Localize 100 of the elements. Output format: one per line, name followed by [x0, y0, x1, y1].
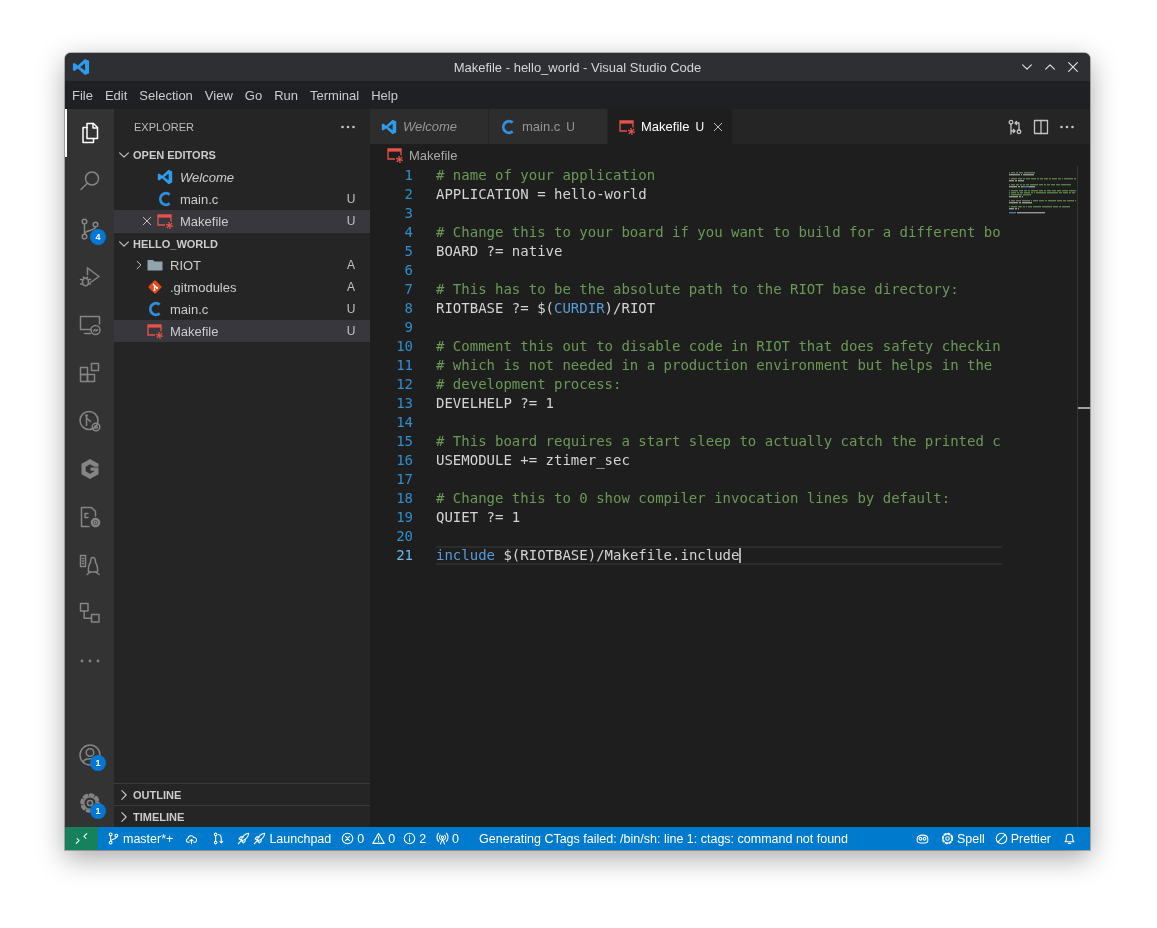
git-status: U	[346, 324, 356, 338]
code-line: # development process:	[436, 375, 622, 394]
branch-arrow-icon[interactable]	[212, 832, 226, 845]
folder-icon	[147, 257, 163, 273]
notification-badge: 1	[90, 755, 106, 771]
menu-item[interactable]: Help	[365, 83, 404, 107]
line-number: 1	[403, 166, 413, 185]
menu-item[interactable]: Selection	[133, 83, 199, 107]
line-number: 11	[395, 356, 413, 375]
connected-boxes-icon[interactable]	[77, 601, 102, 625]
sidebar-title: EXPLORER	[134, 120, 194, 133]
line-number: 13	[395, 394, 413, 413]
section-header[interactable]: OPEN EDITORS	[114, 144, 370, 166]
breadcrumb-item[interactable]: Makefile	[387, 147, 458, 163]
prettier-status-item[interactable]: Prettier	[989, 827, 1056, 850]
remote-button[interactable]	[65, 827, 98, 850]
branch-status-item[interactable]: master*+	[102, 827, 179, 850]
warning-icon	[372, 832, 386, 845]
extensions-icon[interactable]	[77, 361, 102, 385]
close-icon[interactable]	[712, 120, 725, 133]
code-line: # This board requires a start sleep to actually catch the printed c	[436, 432, 1001, 451]
app-logo-icon	[381, 118, 397, 135]
broadcast-icon	[436, 832, 450, 845]
file-tree-item[interactable]: RIOT A	[114, 254, 370, 276]
line-number: 5	[403, 242, 413, 261]
open-editor-item[interactable]: main.c U	[114, 188, 370, 210]
close-icon[interactable]	[141, 215, 153, 227]
line-number: 17	[395, 470, 413, 489]
line-number: 21	[395, 546, 413, 565]
editor-tab[interactable]: Makefile U	[608, 109, 734, 144]
git-status: A	[346, 258, 356, 272]
compare-changes-icon[interactable]	[1007, 118, 1023, 135]
git-status: U	[566, 119, 575, 134]
file-tree-item[interactable]: Makefile U	[114, 320, 370, 342]
branch-icon	[107, 832, 120, 845]
code-line: DEVELHELP ?= 1	[436, 394, 554, 413]
open-editor-item[interactable]: Welcome	[114, 166, 370, 188]
window-gear-icon	[619, 118, 635, 135]
settings-icon[interactable]	[77, 791, 102, 815]
penguin-icon[interactable]	[77, 553, 102, 577]
line-number: 2	[403, 185, 413, 204]
launchpad-status-item[interactable]: Launchpad	[232, 827, 337, 850]
cloud-upload-icon[interactable]	[185, 832, 199, 845]
editor-tab[interactable]: Welcome	[370, 109, 489, 144]
line-number: 3	[403, 204, 413, 223]
bell-icon[interactable]	[1063, 832, 1076, 845]
section-header[interactable]: HELLO_WORLD	[114, 232, 370, 254]
line-number: 20	[395, 527, 413, 546]
code-line: # This has to be the absolute path to the RIOT base directory:	[436, 280, 959, 299]
code-line: # Change this to 0 show compiler invocation lines by default:	[436, 489, 951, 508]
code-line: APPLICATION = hello-world	[436, 185, 647, 204]
ports-status-item[interactable]: 0	[431, 827, 465, 850]
line-number: 16	[395, 451, 413, 470]
git-status: U	[695, 119, 705, 134]
text-cursor	[739, 548, 742, 563]
circle-branch-icon[interactable]	[77, 409, 102, 433]
overview-ruler-marker	[1078, 407, 1090, 409]
menu-item[interactable]: Edit	[98, 83, 134, 107]
gear-badge-icon	[940, 832, 954, 845]
minimap-drawing[interactable]	[1009, 172, 1076, 214]
close-icon[interactable]	[1066, 60, 1080, 74]
file-tree-item[interactable]: main.c U	[114, 298, 370, 320]
menu-item[interactable]: File	[66, 83, 99, 107]
search-icon[interactable]	[77, 169, 102, 193]
menu-item[interactable]: Terminal	[304, 83, 366, 107]
line-number: 15	[395, 432, 413, 451]
line-number: 10	[395, 337, 413, 356]
prohibited-icon	[994, 832, 1008, 845]
spell-status-item[interactable]: Spell	[935, 827, 990, 850]
code-line: include $(RIOTBASE)/Makefile.include	[436, 548, 740, 563]
remote-icon	[75, 832, 88, 845]
split-editor-icon[interactable]	[1033, 118, 1049, 135]
app-logo-icon	[157, 169, 173, 185]
menu-item[interactable]: Run	[268, 83, 304, 107]
remote-monitor-icon[interactable]	[77, 313, 102, 337]
code-line: # name of your application	[436, 166, 656, 185]
editor-tab[interactable]: main.c U	[489, 109, 608, 144]
code-line: # Change this to your board if you want to build for a different bo	[436, 223, 1001, 242]
line-number: 12	[395, 375, 413, 394]
line-number: 18	[395, 489, 413, 508]
status-message: Generating CTags failed: /bin/sh: line 1: ctags: command not found	[478, 830, 850, 848]
line-number: 14	[395, 413, 413, 432]
menu-item[interactable]: Go	[238, 83, 269, 107]
problems-status-item[interactable]: 0 0 2	[336, 827, 432, 850]
line-number: 9	[403, 318, 413, 337]
robot-face-icon[interactable]	[915, 832, 929, 845]
run-debug-icon[interactable]	[77, 265, 102, 289]
git-status: U	[346, 214, 356, 228]
window-gear-icon	[157, 213, 173, 229]
info-icon	[403, 832, 417, 845]
line-number: 7	[403, 280, 413, 299]
menu-item[interactable]: View	[198, 83, 239, 107]
git-status: A	[346, 280, 356, 294]
open-editor-item[interactable]: Makefile U	[114, 210, 370, 232]
file-tree-item[interactable]: .gitmodules A	[114, 276, 370, 298]
section-header[interactable]: OUTLINE	[114, 783, 370, 805]
line-number: 6	[403, 261, 413, 280]
line-number: 4	[403, 223, 413, 242]
account-icon[interactable]	[77, 743, 102, 767]
rocket-icon	[253, 832, 267, 845]
